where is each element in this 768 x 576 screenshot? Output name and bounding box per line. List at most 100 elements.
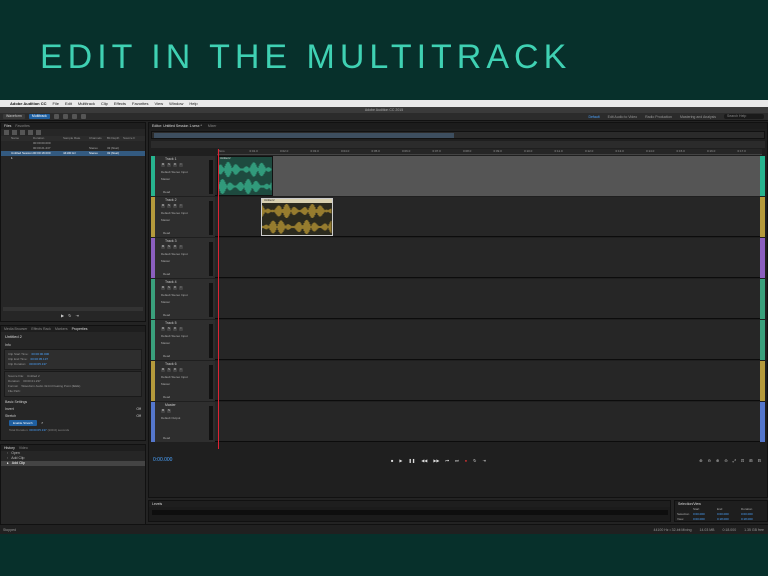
menu-clip[interactable]: Clip xyxy=(101,101,108,106)
track-input[interactable]: Default Stereo Input xyxy=(161,375,188,379)
multitrack-button[interactable]: Multitrack xyxy=(28,114,50,119)
zoom-out-tracks-icon[interactable]: ⊟ xyxy=(758,458,761,463)
record-arm-button[interactable]: R xyxy=(173,327,177,331)
skip-back-icon[interactable]: ⏮ xyxy=(446,458,450,463)
zoom-out-amp-icon[interactable]: ⊖ xyxy=(708,458,711,463)
workspace-mastering[interactable]: Mastering and Analysis xyxy=(680,115,716,119)
loop-icon[interactable]: ↻ xyxy=(473,458,476,463)
solo-button[interactable]: S xyxy=(167,204,171,208)
automation-mode[interactable]: Read xyxy=(163,436,170,440)
track-output[interactable]: Master xyxy=(161,382,170,386)
menu-favorites[interactable]: Favorites xyxy=(132,101,148,106)
file-row-session[interactable]: Untitled Session 1 00:00:18.000 44100 Hz St… xyxy=(1,151,145,160)
track-input[interactable]: Default Stereo Input xyxy=(161,211,188,215)
automation-mode[interactable]: Read xyxy=(163,395,170,399)
record-arm-button[interactable]: R xyxy=(173,368,177,372)
menu-help[interactable]: Help xyxy=(189,101,197,106)
track-5[interactable]: Track 5 M S RI Default Stereo Input Mast… xyxy=(151,320,765,360)
track-header[interactable]: Track 3 M S RI Default Stereo Input Mast… xyxy=(151,238,215,278)
track-3[interactable]: Track 3 M S RI Default Stereo Input Mast… xyxy=(151,238,765,278)
track-4[interactable]: Track 4 M S RI Default Stereo Input Mast… xyxy=(151,279,765,319)
automation-mode[interactable]: Read xyxy=(163,354,170,358)
section-basic-settings[interactable]: Basic Settings xyxy=(1,398,145,405)
preview-play-icon[interactable]: ▶ xyxy=(61,313,64,318)
tab-history[interactable]: History xyxy=(4,446,15,450)
skip-forward-icon[interactable]: ⏭ xyxy=(455,458,459,463)
workspace-default[interactable]: Default xyxy=(589,115,600,119)
menu-app-name[interactable]: Adobe Audition CC xyxy=(10,101,47,106)
mute-button[interactable]: M xyxy=(161,409,165,413)
track-header[interactable]: Track 2 M S RI Default Stereo Input Mast… xyxy=(151,197,215,237)
track-scroll-segment[interactable] xyxy=(760,361,765,401)
track-name[interactable]: Track 4 xyxy=(165,280,177,284)
sv-view-row[interactable]: View 0:00.000 0:18.000 0:18.000 xyxy=(675,517,767,522)
time-selection-tool-icon[interactable] xyxy=(80,114,86,119)
tab-mixer[interactable]: Mixer xyxy=(208,124,217,128)
preview-loop-icon[interactable]: ↻ xyxy=(68,313,71,318)
tab-media-browser[interactable]: Media Browser xyxy=(4,327,27,331)
track-lane[interactable]: Untitled 2 xyxy=(217,197,765,237)
mute-button[interactable]: M xyxy=(161,286,165,290)
stop-icon[interactable]: ■ xyxy=(391,458,393,463)
automation-mode[interactable]: Read xyxy=(163,231,170,235)
track-input[interactable]: Default Stereo Input xyxy=(161,170,188,174)
zoom-in-icon[interactable]: ⊕ xyxy=(716,458,719,463)
track-name[interactable]: Track 5 xyxy=(165,321,177,325)
menu-file[interactable]: File xyxy=(53,101,59,106)
track-color-scroll[interactable] xyxy=(760,156,765,446)
move-tool-icon[interactable] xyxy=(53,114,59,119)
audio-clip-track2[interactable]: Untitled 2 xyxy=(261,198,333,236)
timeline-ruler[interactable]: hms 0:01.0 0:02.0 0:03.0 0:04.0 0:05.0 0:06.0 0… xyxy=(217,149,762,155)
pause-icon[interactable]: ❚❚ xyxy=(409,458,416,463)
track-header[interactable]: Track 5 M S RI Default Stereo Input Mast… xyxy=(151,320,215,360)
zoom-navigator[interactable] xyxy=(151,131,765,139)
track-scroll-segment[interactable] xyxy=(760,238,765,278)
tab-video[interactable]: Video xyxy=(19,446,28,450)
record-arm-button[interactable]: R xyxy=(173,245,177,249)
mute-button[interactable]: M xyxy=(161,368,165,372)
mute-button[interactable]: M xyxy=(161,245,165,249)
tab-editor[interactable]: Editor: Untitled Session 1.sesx * xyxy=(152,124,202,128)
section-info[interactable]: Info xyxy=(1,341,145,348)
track-output[interactable]: Master xyxy=(161,218,170,222)
import-icon[interactable] xyxy=(12,130,17,135)
insert-icon[interactable] xyxy=(28,130,33,135)
automation-mode[interactable]: Read xyxy=(163,272,170,276)
record-arm-button[interactable]: R xyxy=(173,163,177,167)
track-name[interactable]: Track 3 xyxy=(165,239,177,243)
track-scroll-segment[interactable] xyxy=(760,320,765,360)
tab-files[interactable]: Files xyxy=(4,124,11,128)
track-lane[interactable] xyxy=(217,361,765,401)
solo-button[interactable]: S xyxy=(167,368,171,372)
section-stretch[interactable]: Stretch Off xyxy=(1,412,145,419)
monitor-input-button[interactable]: I xyxy=(179,327,183,331)
automation-mode[interactable]: Read xyxy=(163,190,170,194)
track-header[interactable]: Master M S Default Output Read xyxy=(151,402,215,442)
tab-levels[interactable]: Levels xyxy=(152,502,162,506)
track-1[interactable]: Track 1 M S RI Default Stereo Input Mast… xyxy=(151,156,765,196)
tab-favorites[interactable]: Favorites xyxy=(15,124,29,128)
track-input[interactable]: Default Stereo Input xyxy=(161,334,188,338)
solo-button[interactable]: S xyxy=(167,286,171,290)
files-scrollbar[interactable] xyxy=(3,307,143,311)
track-input[interactable]: Default Stereo Input xyxy=(161,252,188,256)
track-scroll-segment[interactable] xyxy=(760,402,765,442)
automation-mode[interactable]: Read xyxy=(163,313,170,317)
time-navigator[interactable] xyxy=(151,141,765,148)
track-lane[interactable] xyxy=(217,402,765,442)
monitor-input-button[interactable]: I xyxy=(179,286,183,290)
record-arm-button[interactable]: R xyxy=(173,286,177,290)
razor-tool-icon[interactable] xyxy=(62,114,68,119)
track-name[interactable]: Track 2 xyxy=(165,198,177,202)
record-arm-button[interactable]: R xyxy=(173,204,177,208)
track-output[interactable]: Master xyxy=(161,259,170,263)
track-header[interactable]: Track 1 M S RI Default Stereo Input Mast… xyxy=(151,156,215,196)
track-lane[interactable] xyxy=(217,279,765,319)
preview-autoplay-icon[interactable]: ⇥ xyxy=(75,313,78,318)
monitor-input-button[interactable]: I xyxy=(179,368,183,372)
time-selection-region[interactable] xyxy=(273,156,763,196)
zoom-selection-icon[interactable]: ⊡ xyxy=(741,458,744,463)
menu-effects[interactable]: Effects xyxy=(114,101,126,106)
track-7[interactable]: Master M S Default Output Read xyxy=(151,402,765,442)
waveform-button[interactable]: Waveform xyxy=(3,114,25,119)
